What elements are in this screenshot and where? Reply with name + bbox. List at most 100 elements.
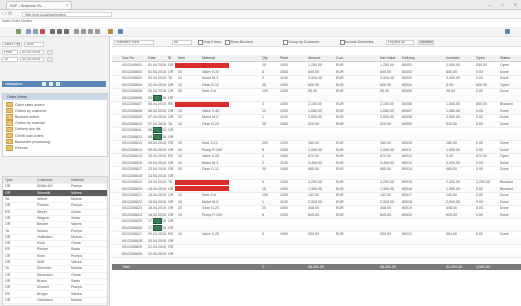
column-header[interactable]: Status xyxy=(500,56,510,60)
tree-node[interactable]: Blocked orders xyxy=(6,114,39,120)
selection-cell: Zimmer xyxy=(37,285,50,290)
date-from-input[interactable]: 01.04.2015 xyxy=(20,50,44,55)
col-header-material[interactable]: Material xyxy=(71,178,84,182)
grid-cell-deliv: 80002 xyxy=(402,69,412,74)
grid-cell-net: 3,400.00 xyxy=(380,76,394,81)
column-header[interactable]: Plant xyxy=(280,56,288,60)
grid-cell-amount: 142.50 xyxy=(308,193,319,198)
collapse-icon[interactable] xyxy=(49,82,53,86)
selection-cell: Seals xyxy=(71,278,80,283)
grid-cell-date: 10.04.2015 xyxy=(148,160,166,165)
selection-table-row[interactable]: OR Hartmann Motors xyxy=(3,297,107,305)
grid-cell-date: 09.04.2015 xyxy=(148,141,166,146)
column-header[interactable]: Amount xyxy=(308,56,320,60)
calendar-from-icon[interactable] xyxy=(47,50,53,55)
grid-cell-st: OR xyxy=(168,141,174,146)
column-header[interactable]: Doc No. xyxy=(122,56,135,60)
tab-close-icon[interactable]: × xyxy=(66,3,68,7)
maximize-icon[interactable]: □ xyxy=(501,2,503,7)
back-icon[interactable] xyxy=(26,29,31,34)
col-header-type[interactable]: Type xyxy=(5,178,13,182)
column-header[interactable]: Qty xyxy=(262,56,268,60)
tree-node[interactable]: Returns xyxy=(6,145,28,151)
grid-cell-curr: EUR xyxy=(336,69,344,74)
new-session-icon[interactable] xyxy=(108,29,113,34)
column-header[interactable]: Curr. xyxy=(336,56,344,60)
find-icon[interactable] xyxy=(57,29,62,34)
column-header[interactable]: Net Value xyxy=(380,56,396,60)
layout-icon[interactable] xyxy=(505,29,510,34)
grid-cell-plant: 1100 xyxy=(280,76,288,81)
grid-cell-status: Done xyxy=(500,167,509,172)
only-errors-label: Only Errors xyxy=(203,40,222,44)
calendar-to-icon[interactable] xyxy=(47,57,53,62)
forward-icon[interactable] xyxy=(33,29,38,34)
grid-cell-open: 672.00 xyxy=(476,154,487,159)
tree-node[interactable]: Backorder processing xyxy=(6,138,50,145)
error-flag xyxy=(175,179,229,185)
print-icon[interactable] xyxy=(50,29,55,34)
selection-cell: Meyer xyxy=(37,209,47,214)
address-input[interactable]: http://erp.local/app/orders xyxy=(22,11,112,17)
grid-cell-status: Done xyxy=(500,232,509,237)
grid-cell-qty: 1 xyxy=(262,199,264,204)
grid-cell-curr: EUR xyxy=(336,102,344,107)
minimize-icon[interactable]: — xyxy=(487,2,491,7)
date-to-input[interactable]: 30.04.2015 xyxy=(20,57,44,62)
grid-cell-plant: 1000 xyxy=(280,147,288,152)
grid-cell-plant: 1000 xyxy=(280,102,288,107)
column-header[interactable]: Invoiced xyxy=(446,56,459,60)
last-page-icon[interactable] xyxy=(95,29,100,34)
folder-icon xyxy=(6,114,13,120)
tree-node[interactable]: Orders by material xyxy=(6,120,45,126)
filter-select[interactable]: All xyxy=(172,39,192,45)
column-header[interactable]: Material xyxy=(202,56,215,60)
grid-cell-deliv: 80020 xyxy=(402,212,412,217)
help-icon[interactable] xyxy=(118,29,123,34)
column-header[interactable]: Open xyxy=(476,56,485,60)
tree-header[interactable]: Order Views xyxy=(3,94,107,100)
selection-cell: RE xyxy=(5,291,10,296)
selection-cell: Weber xyxy=(37,197,48,201)
grid-cell-date: 14.04.2015 xyxy=(148,180,166,185)
browser-tab[interactable]: SAP – Business Ov... × xyxy=(6,1,72,9)
tree-node[interactable]: Credit hold orders xyxy=(6,132,44,139)
grid-cell-st: OR xyxy=(168,251,174,256)
tree-node[interactable]: Delivery due list xyxy=(6,126,40,133)
tree-node[interactable]: Orders by customer xyxy=(6,107,47,114)
grid-cell-plant: 1100 xyxy=(280,199,288,204)
grid-cell-mat: Motor M-5 xyxy=(202,199,219,204)
folder-icon xyxy=(6,120,13,126)
close-window-icon[interactable]: ✕ xyxy=(514,2,517,7)
column-header[interactable]: Item xyxy=(178,56,185,60)
grid-cell-deliv: 80006 xyxy=(402,102,412,107)
find-next-icon[interactable] xyxy=(64,29,69,34)
first-page-icon[interactable] xyxy=(74,29,79,34)
grid-cell-net: 2,900.00 xyxy=(380,199,394,204)
grid-cell-qty: 8 xyxy=(262,147,264,152)
next-page-icon[interactable] xyxy=(88,29,93,34)
filter-icon[interactable] xyxy=(56,82,60,86)
grid-cell-amount: 180.00 xyxy=(308,141,319,146)
grid-cell-st: OR xyxy=(168,245,174,250)
grid-cell-qty: 10 xyxy=(262,63,266,68)
prev-page-icon[interactable] xyxy=(81,29,86,34)
check-icon[interactable] xyxy=(16,29,21,34)
grid-cell-mat: Seal S-8 xyxy=(202,89,216,94)
view-select[interactable]: Standard View xyxy=(114,39,154,45)
refresh-button[interactable]: Refresh xyxy=(418,39,434,45)
grid-row[interactable]: 0012345630 21.04.2015 OR xyxy=(112,250,521,258)
col-header-customer[interactable]: Customer xyxy=(37,178,53,182)
nav-arrows-icon[interactable]: ‹ › ⟳ xyxy=(2,11,12,17)
expand-icon[interactable] xyxy=(42,82,46,86)
grid-summary-row: Total Σ 38,591.50 38,591.50 31,299.00 4,… xyxy=(112,264,521,270)
column-header[interactable]: St xyxy=(168,56,171,60)
folder-icon xyxy=(6,126,13,133)
expand-all-select[interactable]: Expand All xyxy=(386,39,414,45)
column-header[interactable]: Date xyxy=(148,56,156,60)
tree-node[interactable]: Open sales orders xyxy=(6,101,44,108)
sales-org-input[interactable]: 1000 xyxy=(24,42,44,47)
column-header[interactable]: Delivery xyxy=(402,56,415,60)
order-grid: 0012345601 01.04.2015 OR 10 1000 1,250.00 EUR 1… xyxy=(112,62,521,270)
cancel-icon[interactable] xyxy=(40,29,45,34)
